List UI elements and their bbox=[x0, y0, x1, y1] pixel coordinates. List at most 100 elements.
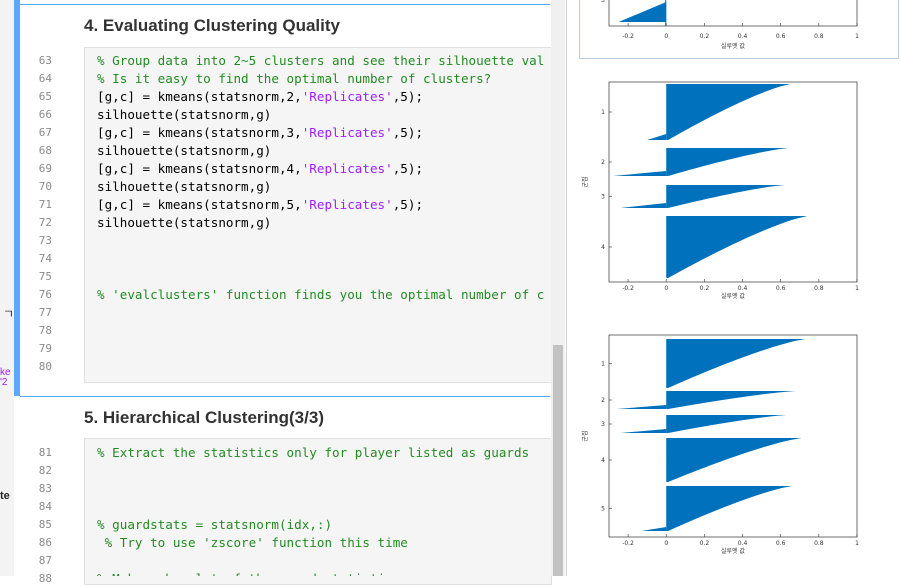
code-line[interactable] bbox=[97, 232, 549, 250]
code-line[interactable]: [g,c] = kmeans(statsnorm,4,'Replicates',… bbox=[97, 160, 549, 178]
line-number: 64 bbox=[38, 72, 52, 85]
x-tick-label: 1 bbox=[855, 285, 859, 292]
line-number: 68 bbox=[38, 144, 52, 157]
line-number: 81 bbox=[38, 446, 52, 459]
line-number: 63 bbox=[38, 54, 52, 67]
code-line[interactable]: % Is it easy to find the optimal number … bbox=[97, 70, 549, 88]
x-tick-label: 0.2 bbox=[700, 285, 710, 292]
line-number: 74 bbox=[38, 252, 52, 265]
line-number: 77 bbox=[38, 306, 52, 319]
code-line[interactable] bbox=[97, 340, 549, 358]
code-line[interactable]: % guardstats = statsnorm(idx,:) bbox=[97, 516, 549, 534]
code-line[interactable]: silhouette(statsnorm,g) bbox=[97, 214, 549, 232]
x-tick-label: 0.2 bbox=[700, 33, 710, 40]
y-axis-label: 군집 bbox=[582, 430, 589, 441]
y-tick-label: 1 bbox=[601, 361, 605, 368]
code-lines-5[interactable]: % Extract the statistics only for player… bbox=[97, 444, 549, 576]
x-tick-label: -0.2 bbox=[622, 33, 634, 40]
x-axis-label: 실루엣 값 bbox=[721, 547, 745, 555]
code-line[interactable]: [g,c] = kmeans(statsnorm,3,'Replicates',… bbox=[97, 124, 549, 142]
x-tick-label: 0.8 bbox=[814, 540, 824, 547]
line-number: 83 bbox=[38, 482, 52, 495]
line-number: 65 bbox=[38, 90, 52, 103]
y-tick-label: 2 bbox=[601, 159, 605, 166]
code-line[interactable] bbox=[97, 304, 549, 322]
line-numbers-4: 63 64 65 66 67 68 69 70 71 72 73 74 75 76 77 78 79 80 bbox=[22, 52, 52, 376]
y-tick-label: 4 bbox=[601, 457, 605, 464]
code-line[interactable] bbox=[97, 268, 549, 286]
code-line[interactable] bbox=[97, 462, 549, 480]
line-number: 84 bbox=[38, 500, 52, 513]
x-tick-label: 0.4 bbox=[738, 285, 748, 292]
x-tick-label: 0.8 bbox=[814, 285, 824, 292]
line-number: 79 bbox=[38, 342, 52, 355]
code-line[interactable] bbox=[97, 358, 549, 376]
line-number: 75 bbox=[38, 270, 52, 283]
silhouette-plot-top: 3 -0.2 0 0.2 0.4 0.6 0.8 1 실루엣 값 bbox=[601, 0, 859, 50]
code-line[interactable]: % Make a boxplot of the guard statistics bbox=[97, 570, 549, 576]
line-number: 66 bbox=[38, 108, 52, 121]
code-line[interactable] bbox=[97, 322, 549, 340]
line-number: 88 bbox=[38, 572, 52, 585]
code-line[interactable] bbox=[97, 480, 549, 498]
line-number: 71 bbox=[38, 198, 52, 211]
code-line[interactable] bbox=[97, 250, 549, 268]
y-tick-label: 3 bbox=[601, 194, 605, 201]
code-line[interactable]: silhouette(statsnorm,g) bbox=[97, 106, 549, 124]
line-number: 70 bbox=[38, 180, 52, 193]
line-number: 86 bbox=[38, 536, 52, 549]
x-tick-label: 0.6 bbox=[776, 540, 786, 547]
silhouette-edge bbox=[665, 0, 667, 26]
x-tick-label: 1 bbox=[855, 33, 859, 40]
output-panel: 3 -0.2 0 0.2 0.4 0.6 0.8 1 실루엣 값 -0.2 0 0.2 0.4 0.6 0… bbox=[567, 0, 901, 576]
x-tick-label: 0.4 bbox=[738, 33, 748, 40]
silhouette-plot-bot: -0.2 0 0.2 0.4 0.6 0.8 1 실루엣 값 1 2 3 4 5 군집 bbox=[582, 334, 859, 555]
x-tick-label: 0.2 bbox=[700, 540, 710, 547]
code-line[interactable]: % Group data into 2~5 clusters and see t… bbox=[97, 52, 549, 70]
live-editor: 4. Evaluating Clustering Quality 63 64 65 6… bbox=[14, 0, 567, 585]
editor-scrollbar-thumb[interactable] bbox=[553, 345, 563, 576]
plot-axes bbox=[608, 334, 858, 538]
code-line[interactable] bbox=[97, 552, 549, 570]
line-number: 67 bbox=[38, 126, 52, 139]
silhouette-plot-mid: -0.2 0 0.2 0.4 0.6 0.8 1 실루엣 값 1 2 3 4 군집 bbox=[582, 81, 859, 300]
x-tick-label: 0.8 bbox=[814, 33, 824, 40]
x-tick-label: -0.2 bbox=[622, 285, 634, 292]
y-tick-label: 2 bbox=[601, 397, 605, 404]
line-number: 76 bbox=[38, 288, 52, 301]
code-line[interactable]: [g,c] = kmeans(statsnorm,2,'Replicates',… bbox=[97, 88, 549, 106]
code-line[interactable]: % Extract the statistics only for player… bbox=[97, 444, 549, 462]
x-tick-label: 0.6 bbox=[776, 285, 786, 292]
plot-axes bbox=[608, 81, 858, 283]
background-fragment: ㄱ bbox=[3, 307, 15, 321]
line-number: 85 bbox=[38, 518, 52, 531]
x-tick-label: 0.6 bbox=[776, 33, 786, 40]
x-axis-label: 실루엣 값 bbox=[721, 42, 745, 50]
code-line[interactable]: % 'evalclusters' function finds you the … bbox=[97, 286, 549, 304]
line-number: 72 bbox=[38, 216, 52, 229]
y-axis-label: 군집 bbox=[582, 176, 589, 187]
x-tick-label: -0.2 bbox=[622, 540, 634, 547]
line-number: 78 bbox=[38, 324, 52, 337]
line-number: 82 bbox=[38, 464, 52, 477]
code-line[interactable]: [g,c] = kmeans(statsnorm,5,'Replicates',… bbox=[97, 196, 549, 214]
background-fragment: ke '2 bbox=[0, 367, 11, 388]
x-tick-label: 0 bbox=[664, 285, 668, 292]
code-lines-4[interactable]: % Group data into 2~5 clusters and see t… bbox=[97, 52, 549, 376]
line-number: 73 bbox=[38, 234, 52, 247]
background-fragment: te bbox=[0, 490, 10, 502]
x-tick-label: 0.4 bbox=[738, 540, 748, 547]
y-tick-label: 5 bbox=[601, 506, 605, 513]
code-line[interactable]: silhouette(statsnorm,g) bbox=[97, 178, 549, 196]
line-numbers-5: 81 82 83 84 85 86 87 88 bbox=[22, 444, 52, 588]
code-line[interactable]: % Try to use 'zscore' function this time bbox=[97, 534, 549, 552]
y-tick-label: 3 bbox=[601, 421, 605, 428]
code-line[interactable] bbox=[97, 498, 549, 516]
y-tick-label: 3 bbox=[601, 0, 605, 4]
code-line[interactable]: silhouette(statsnorm,g) bbox=[97, 142, 549, 160]
x-tick-label: 0 bbox=[664, 33, 668, 40]
x-tick-label: 0 bbox=[664, 540, 668, 547]
section-5-title: 5. Hierarchical Clustering(3/3) bbox=[84, 408, 324, 427]
x-axis-label: 실루엣 값 bbox=[721, 292, 745, 300]
line-number: 87 bbox=[38, 554, 52, 567]
